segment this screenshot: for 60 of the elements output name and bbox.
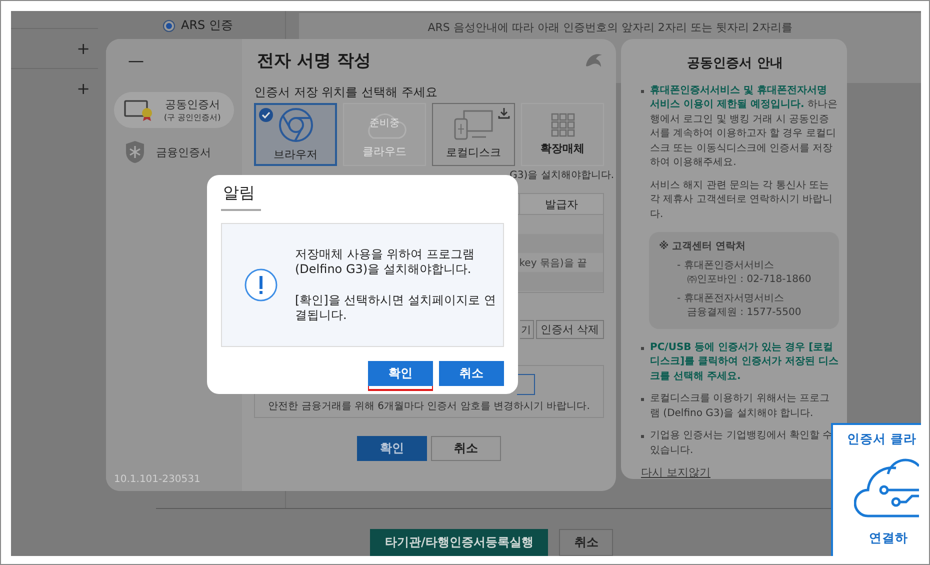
alert-title: 알림 (221, 183, 261, 211)
bullet-icon (641, 90, 644, 92)
contact-name: - 휴대폰전자서명서비스 (677, 292, 785, 306)
storage-option[interactable]: 로컬디스크 (432, 103, 515, 166)
dismiss-link[interactable]: 다시 보지않기 (641, 466, 710, 480)
cert-button[interactable]: 인증서 삭제 (536, 320, 604, 339)
contact-name: - 휴대폰인증서서비스 (677, 258, 775, 272)
register-button[interactable]: 타기관/타행인증서등록실행 (370, 529, 548, 556)
bullet-text: 기업용 인증서는 기업뱅킹에서 확인할 수 있습니다. (650, 429, 834, 458)
radio-button[interactable] (163, 20, 175, 32)
grid-icon (550, 113, 574, 137)
nav-label: 금융인증서 (156, 144, 211, 160)
message-text: [확인]을 선택하시면 설치페이지로 연결됩니다. (295, 292, 497, 324)
panel-title: 공동인증서 안내 (687, 57, 783, 72)
cancel-button[interactable]: 취소 (559, 529, 614, 556)
version-text: 10.1.101-230531 (114, 474, 202, 485)
widget-title: 인증서 클라 (847, 431, 916, 448)
column-header: 발급자 (519, 194, 603, 214)
notice-text: ARS 음성안내에 따라 아래 인증번호의 앞자리 2자리 또는 뒷자리 2자리를 (428, 21, 792, 34)
nav-label: 공동인증서 (164, 97, 220, 112)
table-cell-text: key 묶음)을 끝 (519, 256, 588, 270)
download-icon (498, 107, 510, 119)
radio-label: ARS 인증 (181, 17, 233, 34)
nav-sublabel: (구 공인인증서) (164, 112, 221, 123)
storage-option[interactable]: 확장매체 (521, 103, 604, 166)
warning-icon (244, 268, 278, 302)
browser-icon (278, 107, 314, 143)
storage-option[interactable]: 브라우저 (254, 103, 337, 166)
certificate-icon (124, 99, 154, 121)
info-text: 서비스 해지 관련 문의는 각 통신사 또는 각 제휴사 고객센터로 연락하시기 바랍니다. (650, 178, 834, 222)
connect-label[interactable]: 연결하 (869, 530, 908, 547)
install-notice: G3)을 설치해야합니다. (510, 169, 614, 183)
status-label: 준비중 (370, 117, 400, 130)
cert-button[interactable]: 기 (520, 320, 534, 339)
cancel-button[interactable]: 취소 (439, 361, 504, 386)
dialog-title: 전자 서명 작성 (257, 50, 371, 73)
cancel-button[interactable]: 취소 (431, 436, 501, 461)
shield-icon (124, 140, 146, 164)
section-label: 인증서 저장 위치를 선택해 주세요 (254, 85, 438, 100)
nav-item[interactable]: 공동인증서 (구 공인인증서) (114, 92, 234, 128)
minimize-button[interactable]: — (128, 51, 144, 70)
bullet-text: 휴대폰인증서서비스 및 휴대폰전자서명 서비스 이용이 제한될 예정입니다. 하나은행에서 로그인 및 뱅킹 거래 시 공동인증서를 계속하여 이용하고자 할 경우 로컬디스크 또는 이동식디스크에 인증서를 저장하여 이용해주세요. (650, 84, 838, 170)
password-note: 안전한 금융거래를 위해 6개월마다 인증서 암호를 변경하시기 바랍니다. (268, 400, 590, 413)
computer-usb-icon (452, 109, 496, 141)
bullet-icon (641, 398, 644, 401)
bullet-icon (641, 346, 644, 350)
contact-detail: ㈜인포바인 : 02-718-1860 (686, 273, 812, 287)
contact-detail: 금융결제원 : 1577-5500 (686, 306, 802, 320)
bullet-text: PC/USB 등에 인증서가 있는 경우 [로컬디스크]를 클릭하여 인증서가 저장된 디스크를 선택해 주세요. (650, 340, 839, 384)
bullet-text: 로컬디스크를 이용하기 위해서는 프로그램 (Delfino G3)을 설치해야 합니다. (650, 392, 831, 420)
confirm-button[interactable]: 확인 (357, 436, 427, 461)
message-text: 저장매체 사용을 위하여 프로그램 (Delfino G3)을 설치해야합니다. (295, 246, 476, 278)
expand-button[interactable]: + (76, 79, 98, 98)
nav-item[interactable]: 금융인증서 (114, 134, 234, 170)
expand-button[interactable]: + (76, 39, 98, 58)
bullet-icon (641, 435, 644, 438)
password-field[interactable] (517, 374, 535, 395)
contact-title: ※ 고객센터 연락처 (659, 240, 747, 254)
confirm-button[interactable]: 확인 (368, 361, 433, 386)
check-icon (259, 108, 273, 122)
